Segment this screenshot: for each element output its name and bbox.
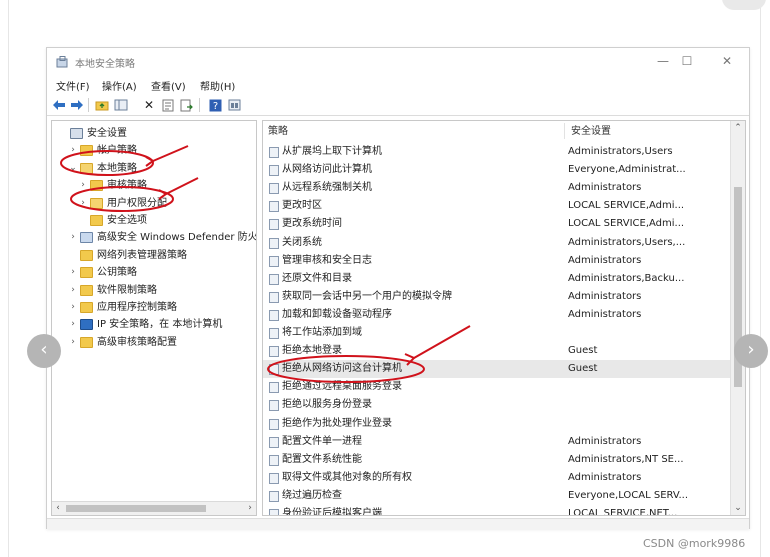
highlight-ellipse-user-rights xyxy=(70,186,174,212)
annotation-arrowhead xyxy=(158,189,168,200)
highlight-ellipse-deny-network-access xyxy=(267,355,425,383)
annotation-arrow xyxy=(165,177,199,195)
annotation-arrowhead xyxy=(404,353,416,366)
annotation-arrow xyxy=(152,145,189,162)
watermark-text: CSDN @mork9986 xyxy=(643,537,746,550)
highlight-ellipse-local-policy xyxy=(60,150,154,176)
red-annotation-layer xyxy=(60,145,471,383)
carousel-next-button[interactable]: › xyxy=(734,334,768,368)
annotation-arrow xyxy=(413,325,471,359)
carousel-prev-button[interactable]: ‹ xyxy=(27,334,61,368)
